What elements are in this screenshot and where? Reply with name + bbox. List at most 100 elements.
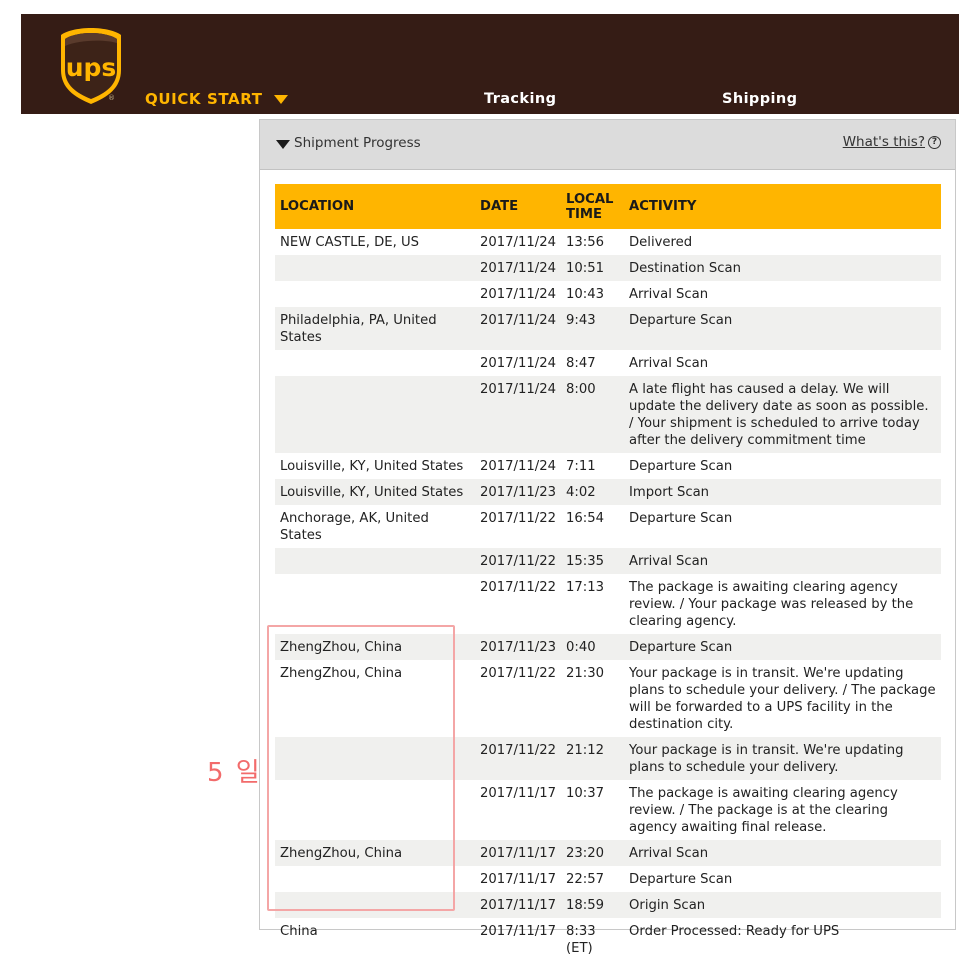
quick-start-menu[interactable]: QUICK START: [145, 90, 288, 108]
cell-location: NEW CASTLE, DE, US: [280, 235, 420, 250]
annotation-label: 5 일: [207, 758, 262, 788]
cell-date: 2017/11/23: [475, 479, 562, 505]
cell-activity: Arrival Scan: [629, 356, 709, 371]
table-row: Louisville, KY, United States 2017/11/24 7…: [275, 453, 941, 479]
cell-local-time: 4:02: [561, 479, 625, 505]
cell-date: 2017/11/24: [475, 255, 562, 281]
cell-date: 2017/11/24: [480, 235, 557, 250]
cell-local-time: 23:20: [561, 840, 625, 866]
cell-activity: The package is awaiting clearing agency …: [629, 580, 914, 629]
collapse-caret-icon[interactable]: [276, 140, 290, 149]
cell-activity: A late flight has caused a delay. We wil…: [624, 376, 941, 453]
cell-local-time: 10:43: [566, 287, 605, 302]
annotation-highlight-box: [267, 625, 455, 911]
cell-activity: Departure Scan: [629, 511, 733, 526]
cell-activity: Departure Scan: [629, 872, 733, 887]
cell-date: 2017/11/24: [480, 356, 557, 371]
cell-local-time: 8:47: [566, 356, 596, 371]
nav-tracking[interactable]: Tracking: [484, 91, 556, 107]
whats-this-link[interactable]: What's this?: [843, 134, 925, 150]
cell-activity: Arrival Scan: [629, 287, 709, 302]
cell-activity: Departure Scan: [624, 634, 941, 660]
panel-header[interactable]: Shipment Progress What's this? ?: [260, 120, 955, 170]
help-circle-icon[interactable]: ?: [928, 135, 941, 149]
cell-date: 2017/11/24: [480, 287, 557, 302]
cell-date: 2017/11/17: [480, 872, 557, 887]
table-row: 2017/11/22 15:35 Arrival Scan: [275, 548, 941, 574]
cell-local-time: 9:43: [561, 307, 625, 350]
cell-date: 2017/11/22: [480, 666, 557, 681]
cell-location: [275, 548, 475, 574]
cell-location: [275, 350, 475, 376]
cell-location: China: [280, 924, 318, 939]
logo-text: ups: [66, 53, 117, 82]
cell-location: Louisville, KY, United States: [280, 459, 464, 474]
table-row: Louisville, KY, United States 2017/11/23 4…: [275, 479, 941, 505]
cell-location: [275, 376, 475, 453]
table-row: Anchorage, AK, United States 2017/11/22 16…: [275, 505, 941, 548]
table-row: China 2017/11/17 8:33 (ET) Order Processed:…: [275, 918, 941, 961]
cell-local-time: 15:35: [561, 548, 625, 574]
cell-date: 2017/11/17: [480, 786, 557, 801]
cell-date: 2017/11/23: [475, 634, 562, 660]
cell-local-time: 0:40: [561, 634, 625, 660]
cell-local-time: 13:56: [566, 235, 605, 250]
cell-activity: Destination Scan: [624, 255, 941, 281]
cell-date: 2017/11/17: [480, 924, 557, 939]
caret-down-icon: [273, 94, 288, 104]
cell-date: 2017/11/24: [475, 307, 562, 350]
panel-title: Shipment Progress: [294, 135, 421, 151]
cell-local-time: 10:51: [561, 255, 625, 281]
cell-location: Louisville, KY, United States: [275, 479, 475, 505]
cell-location: [275, 255, 475, 281]
cell-local-time: 21:30: [566, 666, 605, 681]
cell-location: Philadelphia, PA, United States: [275, 307, 475, 350]
cell-location: [275, 281, 475, 307]
table-row: NEW CASTLE, DE, US 2017/11/24 13:56 Deliver…: [275, 229, 941, 255]
cell-activity: Departure Scan: [624, 307, 941, 350]
cell-activity: Your package is in transit. We're updati…: [624, 737, 941, 780]
cell-local-time: 7:11: [566, 459, 596, 474]
table-row: Philadelphia, PA, United States 2017/11/2…: [275, 307, 941, 350]
cell-activity: Departure Scan: [629, 459, 733, 474]
cell-local-time: 8:33 (ET): [566, 924, 596, 956]
cell-date: 2017/11/22: [480, 511, 557, 526]
table-row: 2017/11/24 8:00 A late flight has caused a…: [275, 376, 941, 453]
cell-local-time: 18:59: [561, 892, 625, 918]
table-row: 2017/11/24 10:43 Arrival Scan: [275, 281, 941, 307]
quick-start-label: QUICK START: [145, 90, 263, 108]
cell-date: 2017/11/22: [480, 580, 557, 595]
cell-local-time: 10:37: [566, 786, 605, 801]
cell-activity: Origin Scan: [624, 892, 941, 918]
cell-activity: Delivered: [629, 235, 693, 250]
table-header-row: LOCATION DATE LOCAL TIME ACTIVITY: [275, 184, 941, 229]
cell-date: 2017/11/24: [480, 459, 557, 474]
cell-date: 2017/11/17: [475, 892, 562, 918]
nav-shipping[interactable]: Shipping: [722, 91, 797, 107]
whats-this[interactable]: What's this? ?: [843, 134, 941, 150]
cell-activity: Import Scan: [624, 479, 941, 505]
table-row: 2017/11/24 10:51 Destination Scan: [275, 255, 941, 281]
cell-activity: Your package is in transit. We're updati…: [629, 666, 936, 732]
site-header: ups ® QUICK START Tracking Shipping: [21, 14, 959, 114]
cell-local-time: 17:13: [566, 580, 605, 595]
cell-local-time: 21:12: [561, 737, 625, 780]
cell-activity: Order Processed: Ready for UPS: [629, 924, 840, 939]
col-header-location: LOCATION: [275, 184, 475, 229]
cell-date: 2017/11/22: [475, 548, 562, 574]
cell-activity: The package is awaiting clearing agency …: [629, 786, 898, 835]
cell-date: 2017/11/22: [475, 737, 562, 780]
cell-activity: Arrival Scan: [624, 840, 941, 866]
cell-local-time: 16:54: [566, 511, 605, 526]
cell-date: 2017/11/17: [475, 840, 562, 866]
cell-date: 2017/11/24: [475, 376, 562, 453]
col-header-local-time: LOCAL TIME: [561, 184, 625, 229]
cell-activity: Arrival Scan: [624, 548, 941, 574]
registered-mark: ®: [108, 94, 115, 102]
col-header-date: DATE: [475, 184, 562, 229]
cell-local-time: 22:57: [566, 872, 605, 887]
cell-local-time: 8:00: [561, 376, 625, 453]
col-header-activity: ACTIVITY: [624, 184, 941, 229]
cell-location: Anchorage, AK, United States: [280, 511, 429, 543]
table-row: 2017/11/24 8:47 Arrival Scan: [275, 350, 941, 376]
